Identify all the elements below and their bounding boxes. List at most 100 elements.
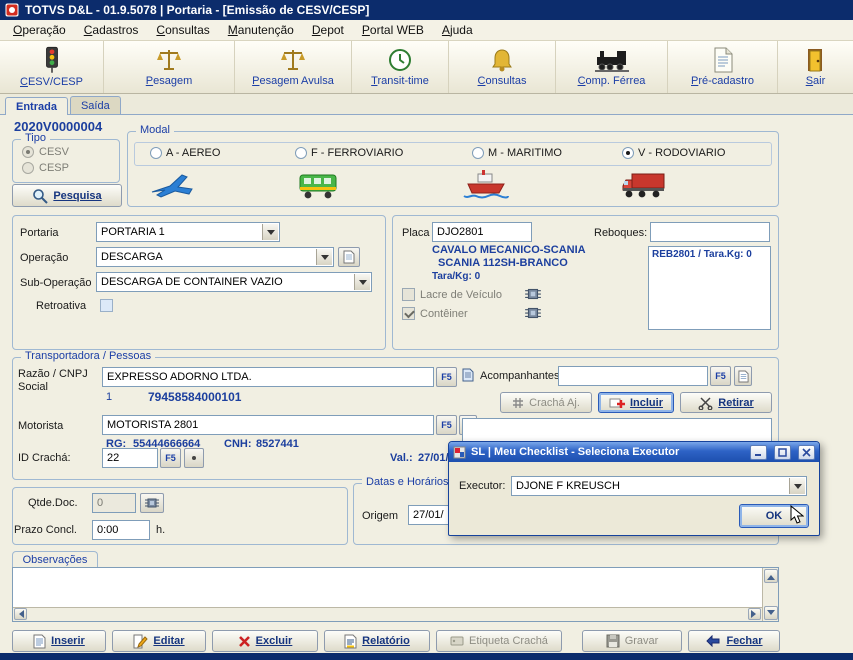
reboques-input[interactable] <box>650 222 770 242</box>
lacre-checkbox[interactable] <box>402 288 415 301</box>
menu-manutencao[interactable]: Manutenção <box>219 21 303 39</box>
editar-button[interactable]: Editar <box>112 630 206 652</box>
sub-operacao-label: Sub-Operação <box>20 277 92 289</box>
executor-value: DJONE F KREUSCH <box>516 480 620 492</box>
menu-operacao[interactable]: Operação <box>4 21 75 39</box>
acompanhantes-doc-button[interactable] <box>734 366 752 386</box>
observacoes-tab[interactable]: Observações <box>12 551 98 567</box>
retroativa-label: Retroativa <box>36 300 87 312</box>
locomotive-icon <box>594 51 629 72</box>
conteiner-checkbox[interactable] <box>402 307 415 320</box>
motorista-input[interactable]: MOTORISTA 2801 <box>102 415 434 435</box>
scroll-left-button[interactable] <box>14 608 27 620</box>
executor-combo[interactable]: DJONE F KREUSCH <box>511 476 807 496</box>
menu-cadastros[interactable]: Cadastros <box>75 21 148 39</box>
portaria-combo-button[interactable] <box>262 224 278 240</box>
motorista-label: Motorista <box>18 420 64 432</box>
etiqueta-cracha-label: Etiqueta Crachá <box>469 635 548 647</box>
prazo-concl-input[interactable]: 0:00 <box>92 520 150 540</box>
placa-input[interactable]: DJO2801 <box>432 222 532 242</box>
observacoes-textarea[interactable] <box>12 567 779 622</box>
toolbar-transit-time[interactable]: Transit-time <box>352 41 449 93</box>
radio-rodoviario[interactable] <box>622 147 634 159</box>
reboque-list-item[interactable]: REB2801 / Tara.Kg: 0 <box>652 249 752 260</box>
qtde-doc-input[interactable]: 0 <box>92 493 136 513</box>
reboques-label: Reboques: <box>594 227 648 239</box>
executor-combo-button[interactable] <box>789 478 805 494</box>
ok-button[interactable]: OK <box>739 504 809 528</box>
tab-saida[interactable]: Saída <box>69 96 121 114</box>
tab-entrada[interactable]: Entrada <box>5 97 68 115</box>
tipo-title: Tipo <box>21 132 50 144</box>
id-cracha-dot-button[interactable] <box>184 448 204 468</box>
scroll-up-button[interactable] <box>764 569 778 583</box>
menu-consultas[interactable]: Consultas <box>147 21 218 39</box>
acompanhantes-icon <box>462 368 474 382</box>
observacoes-hscrollbar[interactable] <box>13 607 762 621</box>
cnh-label: CNH: <box>224 438 252 450</box>
ship-icon <box>462 170 510 200</box>
dialog-title: SL | Meu Checklist - Seleciona Executor <box>471 446 680 458</box>
radio-cesv[interactable] <box>22 146 34 158</box>
toolbar-label: CESV/CESP <box>20 76 83 88</box>
close-icon[interactable] <box>798 444 815 460</box>
inserir-button[interactable]: Inserir <box>12 630 106 652</box>
toolbar-label: Comp. Férrea <box>577 75 646 87</box>
lacre-chip-icon[interactable] <box>524 286 542 302</box>
operacao-combo-button[interactable] <box>316 249 332 265</box>
toolbar-pesagem[interactable]: Pesagem <box>104 41 235 93</box>
razao-input[interactable]: EXPRESSO ADORNO LTDA. <box>102 367 434 387</box>
toolbar-consultas[interactable]: Consultas <box>449 41 556 93</box>
radio-ferroviario[interactable] <box>295 147 307 159</box>
conteiner-chip-icon[interactable] <box>524 305 542 321</box>
fechar-button[interactable]: Fechar <box>688 630 780 652</box>
operacao-detail-button[interactable] <box>338 247 360 267</box>
menu-portal-web[interactable]: Portal WEB <box>353 21 433 39</box>
acompanhantes-f5-button[interactable]: F5 <box>710 366 731 386</box>
retroativa-checkbox[interactable] <box>100 299 113 312</box>
chevron-down-icon <box>358 280 367 289</box>
razao-f5-button[interactable]: F5 <box>436 367 457 387</box>
dialog-title-bar[interactable]: SL | Meu Checklist - Seleciona Executor <box>449 442 819 462</box>
toolbar-sair[interactable]: Sair <box>778 41 853 93</box>
lacre-label: Lacre de Veículo <box>420 289 502 301</box>
etiqueta-cracha-button[interactable]: Etiqueta Crachá <box>436 630 562 652</box>
minimize-icon[interactable] <box>750 444 767 460</box>
portaria-combo[interactable]: PORTARIA 1 <box>96 222 280 242</box>
maximize-icon[interactable] <box>774 444 791 460</box>
menu-depot[interactable]: Depot <box>303 21 353 39</box>
qtde-doc-chip-button[interactable] <box>140 493 164 513</box>
motorista-f5-button[interactable]: F5 <box>436 415 457 435</box>
operacao-combo[interactable]: DESCARGA <box>96 247 334 267</box>
search-icon <box>33 188 49 204</box>
toolbar-cesv-cesp[interactable]: CESV/CESP <box>0 41 104 93</box>
radio-ferroviario-label: F - FERROVIARIO <box>311 147 404 159</box>
pessoas-title: Transportadora / Pessoas <box>21 350 156 362</box>
id-cracha-input[interactable]: 22 <box>102 448 158 468</box>
sub-operacao-combo[interactable]: DESCARGA DE CONTAINER VAZIO <box>96 272 372 292</box>
radio-maritimo[interactable] <box>472 147 484 159</box>
radio-aereo[interactable] <box>150 147 162 159</box>
radio-cesp[interactable] <box>22 162 34 174</box>
modal-title: Modal <box>136 124 174 136</box>
scroll-down-button[interactable] <box>764 606 778 620</box>
reboques-listbox[interactable]: REB2801 / Tara.Kg: 0 <box>648 246 771 330</box>
toolbar-pre-cadastro[interactable]: Pré-cadastro <box>668 41 778 93</box>
incluir-button[interactable]: Incluir <box>598 392 674 413</box>
sub-operacao-combo-button[interactable] <box>354 274 370 290</box>
gravar-button[interactable]: Gravar <box>582 630 682 652</box>
menu-ajuda[interactable]: Ajuda <box>433 21 482 39</box>
acompanhantes-label: Acompanhantes <box>480 370 560 382</box>
relatorio-button[interactable]: Relatório <box>324 630 430 652</box>
excluir-button[interactable]: Excluir <box>212 630 318 652</box>
delete-x-icon <box>238 635 250 647</box>
pesquisa-button[interactable]: Pesquisa <box>12 184 122 207</box>
observacoes-scrollbar[interactable] <box>762 568 778 621</box>
acompanhantes-input[interactable] <box>558 366 708 386</box>
scroll-right-button[interactable] <box>748 608 761 620</box>
toolbar-comp-ferrea[interactable]: Comp. Férrea <box>556 41 668 93</box>
id-cracha-f5-button[interactable]: F5 <box>160 448 181 468</box>
toolbar-pesagem-avulsa[interactable]: Pesagem Avulsa <box>235 41 352 93</box>
cracha-aj-button[interactable]: Crachá Aj. <box>500 392 592 413</box>
retirar-button[interactable]: Retirar <box>680 392 772 413</box>
